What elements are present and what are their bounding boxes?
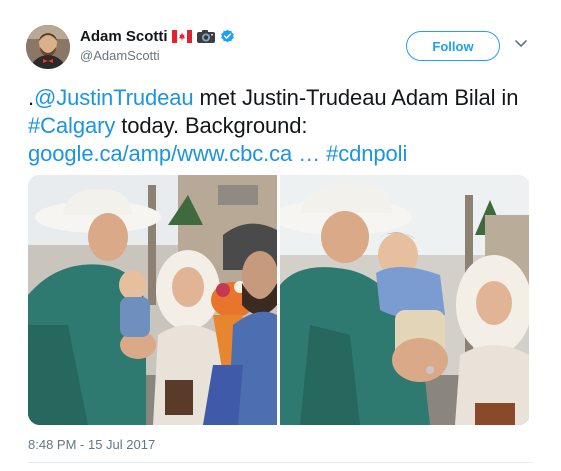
mention-link[interactable]: @JustinTrudeau [34, 85, 194, 110]
verified-badge-icon [220, 29, 235, 44]
url-link[interactable]: google.ca/amp/www.cbc.ca … [28, 141, 320, 166]
photo-1-image [28, 175, 277, 425]
divider [28, 462, 533, 463]
tweet-text-end: today. Background: [115, 113, 308, 138]
hashtag-cdnpoli-link[interactable]: #cdnpoli [326, 141, 407, 166]
author-name-row: Adam Scotti [80, 28, 235, 45]
avatar[interactable] [26, 25, 70, 69]
camera-icon [196, 29, 216, 44]
author-handle[interactable]: @AdamScotti [80, 48, 160, 63]
tweet-timestamp[interactable]: 8:48 PM - 15 Jul 2017 [28, 437, 155, 452]
tweet-text: .@JustinTrudeau met Justin-Trudeau Adam … [28, 84, 538, 168]
canada-flag-icon [171, 30, 192, 43]
tweet-text-mid: met Justin-Trudeau Adam Bilal in [193, 85, 519, 110]
photo-1[interactable] [28, 175, 277, 425]
hashtag-calgary-link[interactable]: #Calgary [28, 113, 115, 138]
avatar-image [26, 25, 70, 69]
author-display-name[interactable]: Adam Scotti [80, 28, 168, 45]
chevron-down-icon[interactable] [514, 36, 528, 50]
photo-2[interactable] [280, 175, 529, 425]
media-grid [28, 175, 530, 425]
follow-button[interactable]: Follow [406, 31, 500, 61]
tweet-card: Adam Scotti @AdamScotti Follow .@JustinT… [0, 0, 561, 471]
photo-2-image [280, 175, 529, 425]
